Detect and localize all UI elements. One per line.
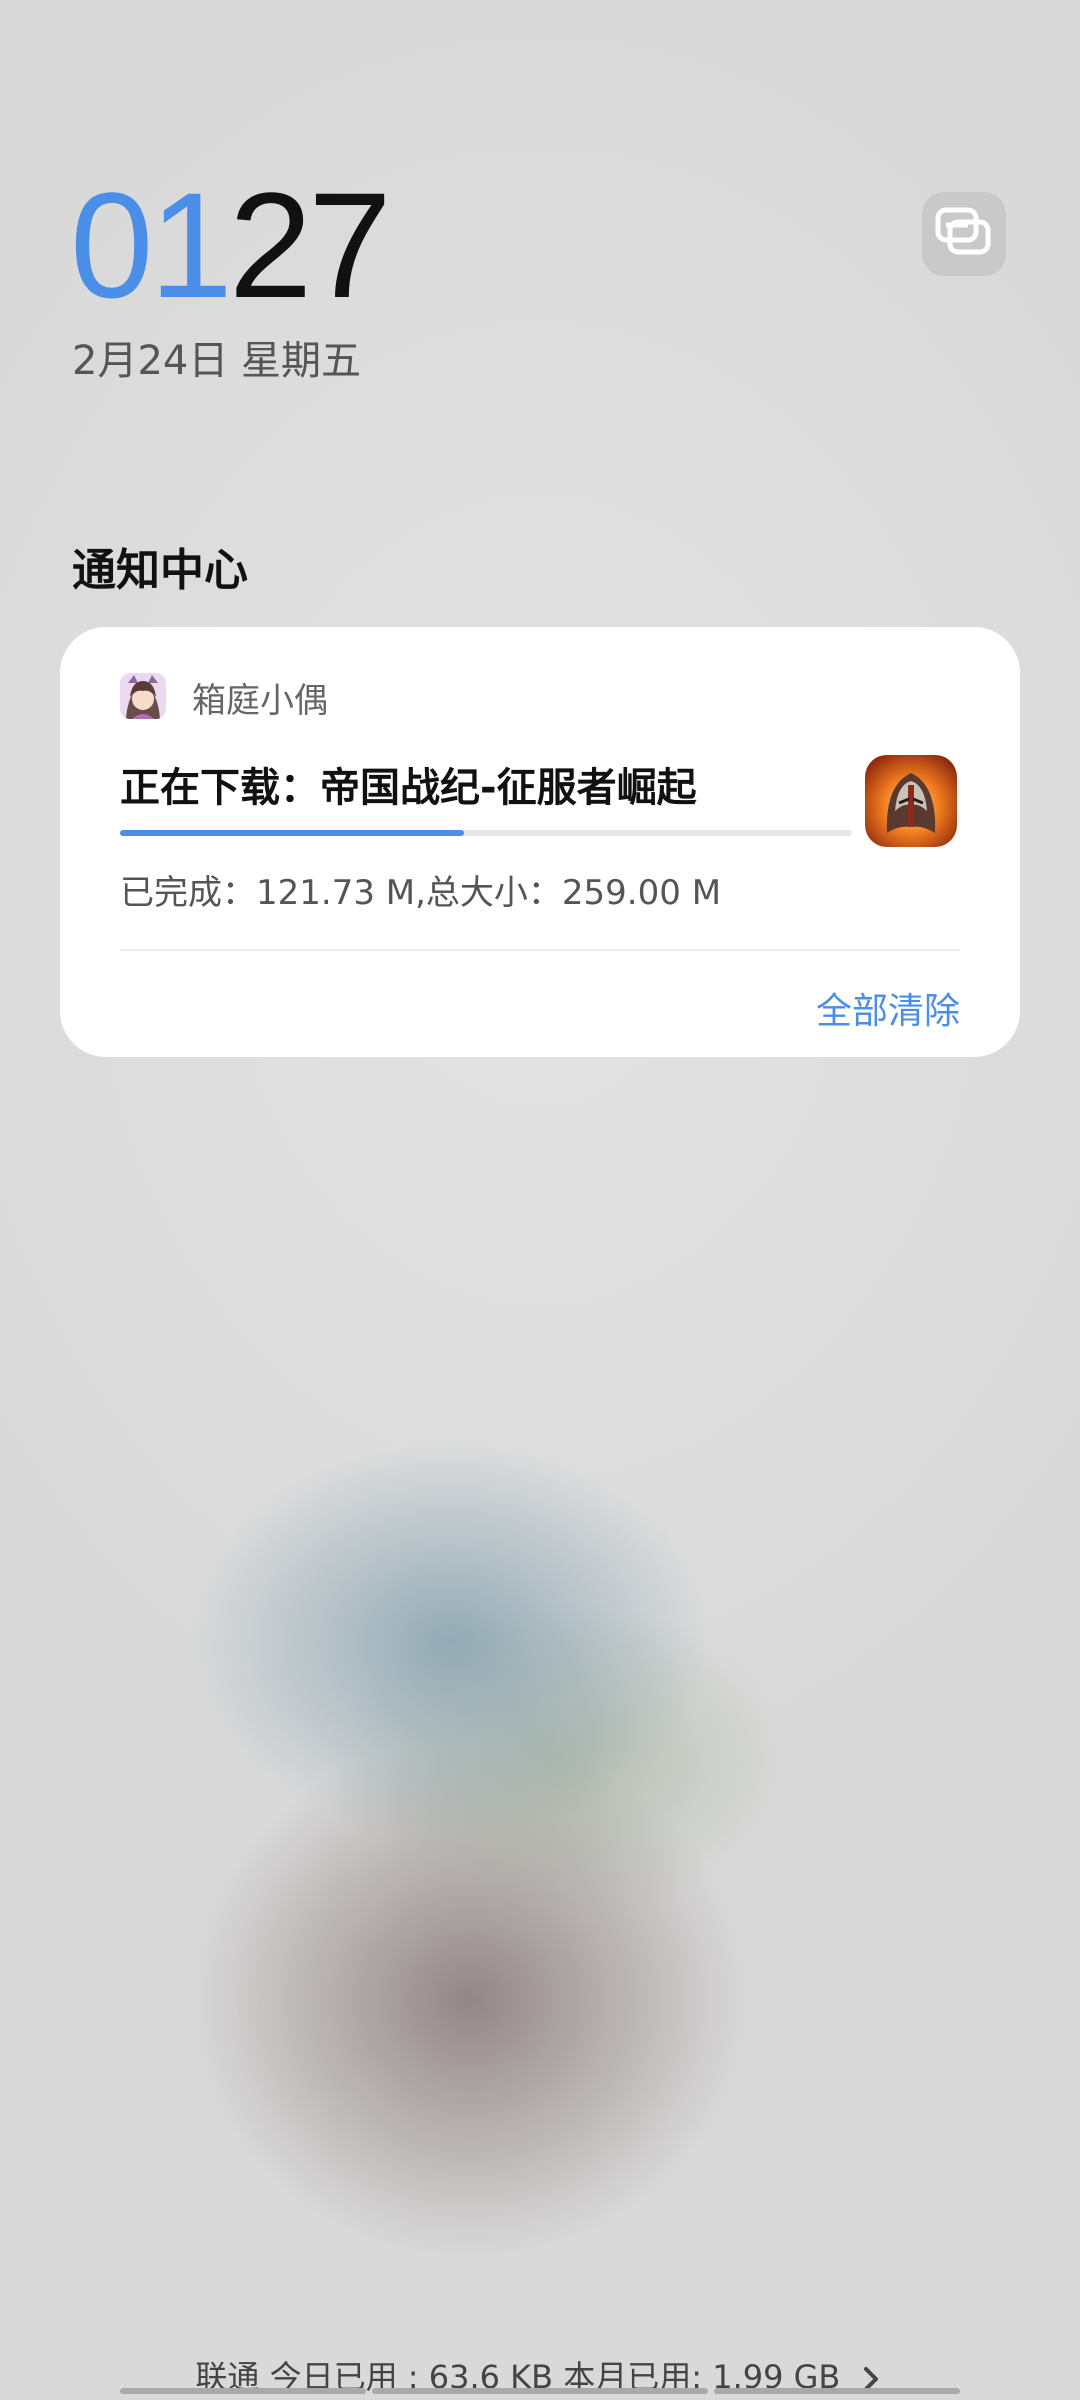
download-progress-text: 已完成：121.73 M,总大小：259.00 M [120, 873, 722, 913]
app-name: 箱庭小偶 [192, 681, 328, 721]
app-avatar-icon [120, 673, 166, 719]
date-label: 2月24日 星期五 [72, 338, 362, 384]
download-progress-bar [120, 830, 852, 836]
screen-switch-button[interactable] [922, 192, 1006, 276]
screen-switch-icon [935, 207, 991, 255]
clock-minutes: 27 [228, 161, 392, 329]
page-indicator [120, 2388, 960, 2394]
notification-title: 正在下载：帝国战纪-征服者崛起 [120, 765, 697, 811]
clock: 0127 [70, 170, 392, 320]
clear-all-button[interactable]: 全部清除 [816, 982, 960, 1034]
clock-hours: 01 [70, 161, 233, 329]
download-notification-card[interactable]: 箱庭小偶 正在下载：帝国战纪-征服者崛起 已完成：121.73 M,总大小：25… [60, 627, 1020, 1057]
download-progress-fill [120, 830, 465, 836]
game-thumbnail [865, 755, 957, 847]
card-divider [120, 949, 960, 951]
notification-center-title: 通知中心 [72, 545, 248, 596]
page-indicator-segment [372, 2388, 708, 2394]
page-indicator-segment [714, 2388, 960, 2394]
page-indicator-segment [120, 2388, 366, 2394]
